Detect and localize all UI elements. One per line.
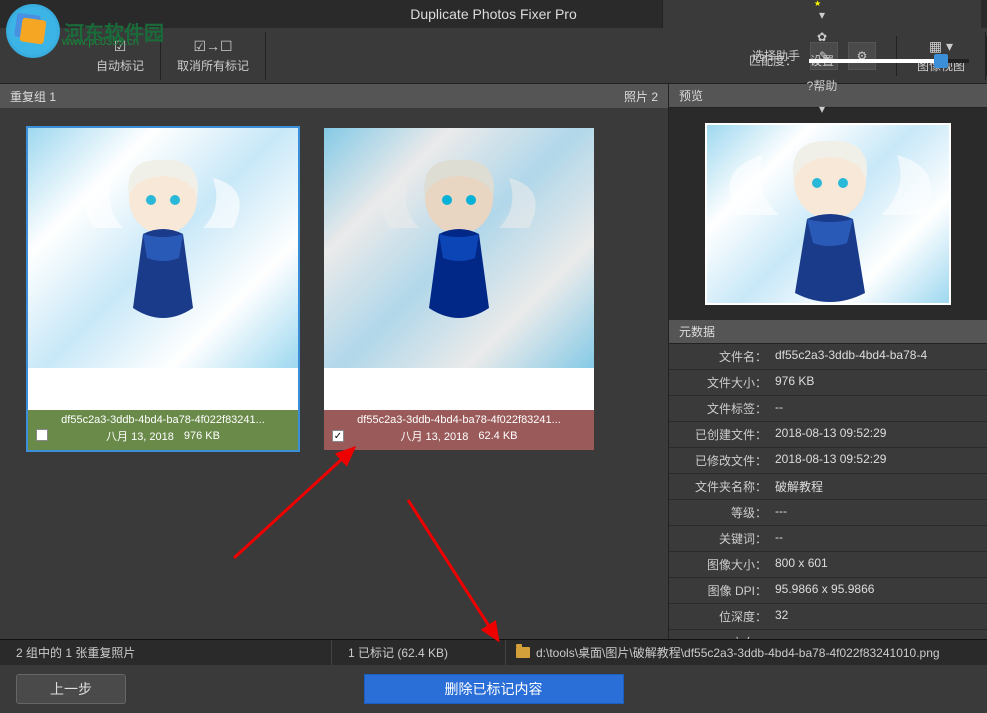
metadata-value: -- [775,634,977,639]
checkbox-arrow-icon: ☑→☐ [193,38,232,55]
metadata-label: 元数据 [679,323,715,340]
folder-icon [516,647,530,658]
photo-date: 八月 13, 2018 [400,428,468,444]
metadata-key: 关键词： [679,530,775,547]
metadata-value: --- [775,504,977,521]
metadata-row: 已创建文件：2018-08-13 09:52:29 [669,422,987,448]
photo-grid: df55c2a3-3ddb-4bd4-ba78-4f022f83241... 八… [0,108,668,639]
photo-date: 八月 13, 2018 [106,428,174,444]
metadata-row: 已修改文件：2018-08-13 09:52:29 [669,448,987,474]
status-path: d:\tools\桌面\图片\破解教程\df55c2a3-3ddb-4bd4-b… [536,644,940,661]
gear-icon[interactable]: ✿ [817,30,827,44]
preview-image [705,123,951,305]
metadata-row: 位深度：32 [669,604,987,630]
app-title: Duplicate Photos Fixer Pro [410,6,577,22]
photo-card[interactable]: df55c2a3-3ddb-4bd4-ba78-4f022f83241... 八… [28,128,298,450]
metadata-key: 文件名： [679,348,775,365]
metadata-value: 976 KB [775,374,977,391]
watermark-text: 河东软件园 [64,17,164,46]
match-level-label: 匹配度： [749,52,797,69]
photo-filename: df55c2a3-3ddb-4bd4-ba78-4f022f83241... [330,414,588,426]
metadata-row: 文件标签：-- [669,396,987,422]
watermark-logo: 河东软件园 [6,4,164,58]
photo-thumbnail[interactable] [324,128,594,368]
photo-card[interactable]: df55c2a3-3ddb-4bd4-ba78-4f022f83241... 八… [324,128,594,450]
metadata-value: -- [775,400,977,417]
metadata-key: 文件夹名称： [679,478,775,495]
metadata-value: 2018-08-13 09:52:29 [775,426,977,443]
auto-mark-label: 自动标记 [96,57,144,74]
status-marked-summary: 1 已标记 (62.4 KB) [348,644,448,661]
photo-size: 62.4 KB [478,430,517,442]
metadata-row: 方向：-- [669,630,987,639]
group-title: 重复组 1 [10,88,56,105]
metadata-key: 已创建文件： [679,426,775,443]
photo-size: 976 KB [184,430,220,442]
metadata-value: df55c2a3-3ddb-4bd4-ba78-4 [775,348,977,365]
prev-button[interactable]: 上一步 [16,674,126,704]
photo-checkbox[interactable] [36,429,48,441]
metadata-key: 图像 DPI： [679,582,775,599]
preview-label: 预览 [679,87,703,104]
metadata-key: 方向： [679,634,775,639]
metadata-row: 文件名：df55c2a3-3ddb-4bd4-ba78-4 [669,344,987,370]
metadata-row: 图像 DPI：95.9866 x 95.9866 [669,578,987,604]
metadata-value: 破解教程 [775,478,977,495]
metadata-row: 文件大小：976 KB [669,370,987,396]
anime-figure [369,148,549,348]
unmark-all-label: 取消所有标记 [177,57,249,74]
metadata-value: 32 [775,608,977,625]
photo-filename: df55c2a3-3ddb-4bd4-ba78-4f022f83241... [34,414,292,426]
metadata-key: 文件标签： [679,400,775,417]
help-dropdown-icon[interactable]: ▾ [819,102,825,116]
slider-thumb[interactable] [934,54,948,68]
unmark-all-button[interactable]: ☑→☐ 取消所有标记 [161,32,266,80]
metadata-value: 800 x 601 [775,556,977,573]
dropdown-icon[interactable]: ▾ [819,8,825,22]
metadata-value: -- [775,530,977,547]
metadata-row: 图像大小：800 x 601 [669,552,987,578]
help-link[interactable]: ?帮助 [807,77,838,94]
metadata-header: 元数据 [669,320,987,344]
delete-marked-button[interactable]: 删除已标记内容 [364,674,624,704]
metadata-key: 位深度： [679,608,775,625]
preview-box [669,108,987,320]
match-slider[interactable] [809,59,969,63]
photo-checkbox[interactable] [332,430,344,442]
anime-figure [73,148,253,348]
metadata-key: 图像大小： [679,556,775,573]
metadata-key: 已修改文件： [679,452,775,469]
logo-icon [6,4,60,58]
anime-figure [707,125,951,305]
metadata-key: 文件大小： [679,374,775,391]
metadata-value: 95.9866 x 95.9866 [775,582,977,599]
metadata-row: 等级：--- [669,500,987,526]
status-group-summary: 2 组中的 1 张重复照片 [16,644,135,661]
metadata-row: 关键词：-- [669,526,987,552]
photo-thumbnail[interactable] [28,128,298,368]
metadata-value: 2018-08-13 09:52:29 [775,452,977,469]
metadata-row: 文件夹名称：破解教程 [669,474,987,500]
metadata-key: 等级： [679,504,775,521]
metadata-list: 文件名：df55c2a3-3ddb-4bd4-ba78-4文件大小：976 KB… [669,344,987,639]
group-count: 照片 2 [624,88,658,105]
prev-button-label: 上一步 [50,679,92,699]
group-header: 重复组 1 照片 2 [0,84,668,108]
delete-button-label: 删除已标记内容 [445,679,543,699]
